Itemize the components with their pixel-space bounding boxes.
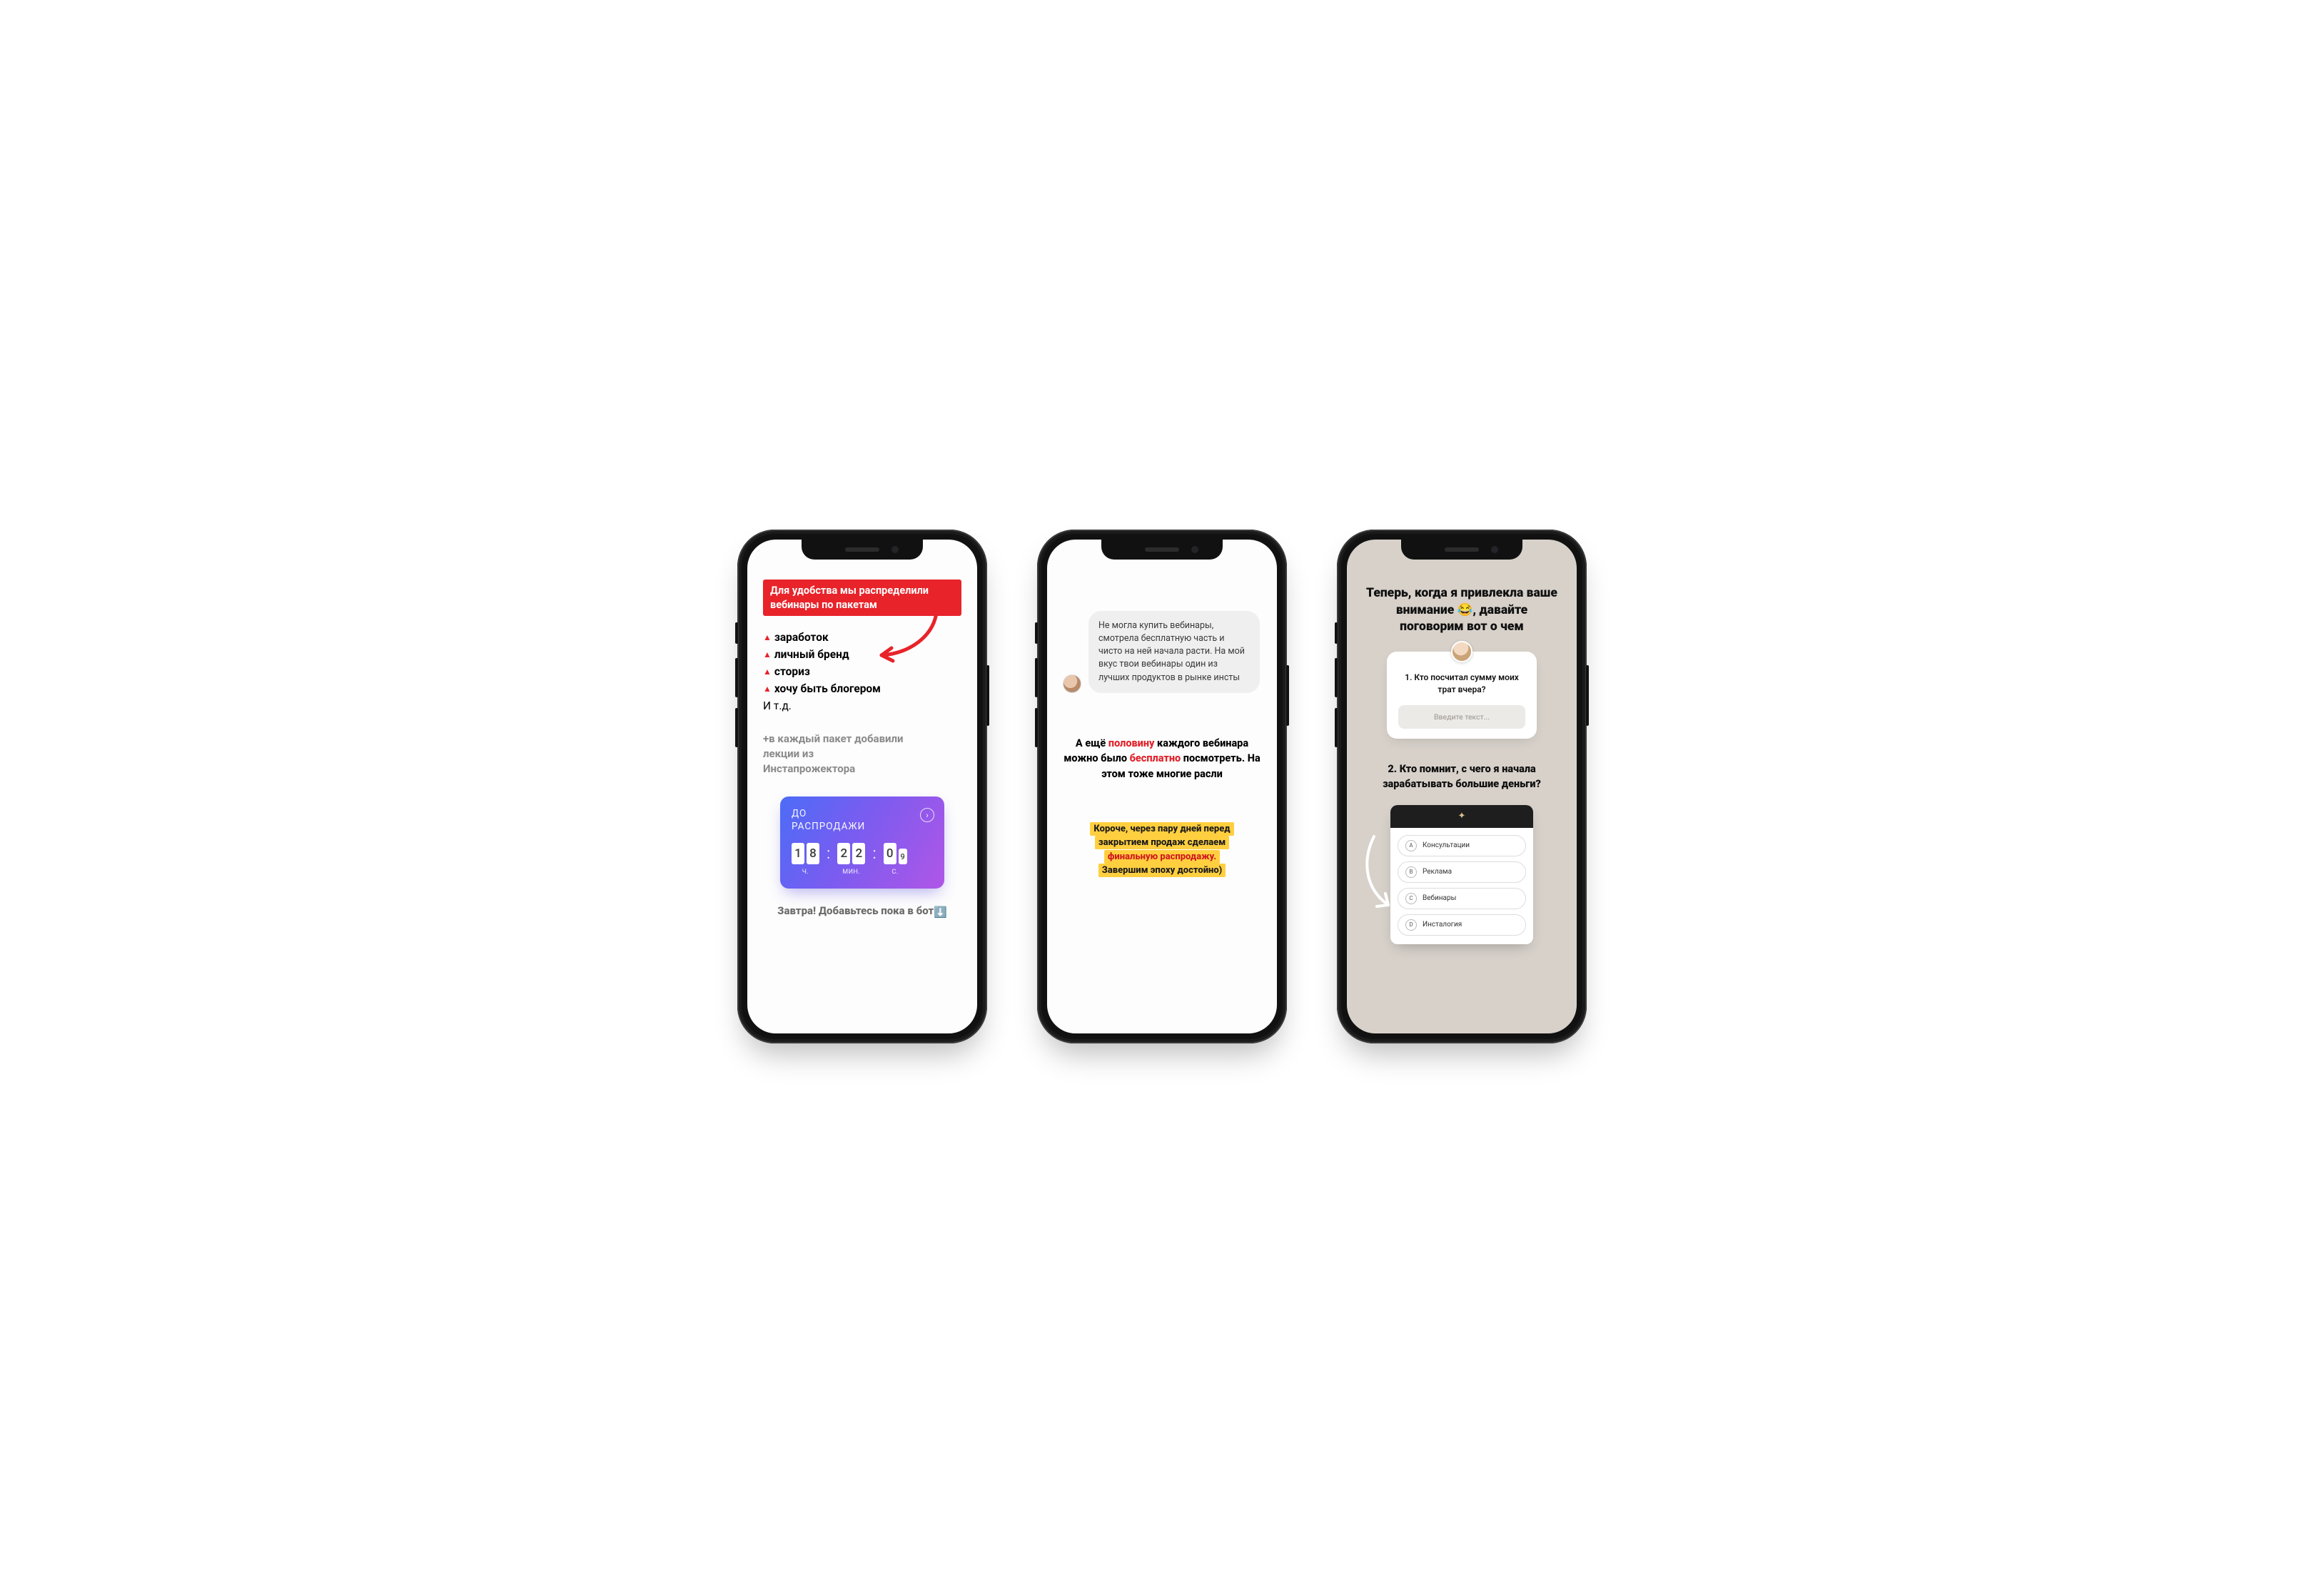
- story-screen-1[interactable]: Для удобства мы распределили вебинары по…: [747, 540, 977, 1033]
- option-letter: C: [1405, 893, 1417, 904]
- quiz-header: ✦: [1390, 805, 1533, 828]
- testimonial-message: Не могла купить вебинары, смотрела беспл…: [1063, 611, 1261, 693]
- sparkle-icon: ✦: [1458, 811, 1466, 821]
- option-label: Реклама: [1423, 868, 1452, 876]
- phone-notch: [1101, 540, 1223, 560]
- list-item: заработок: [774, 631, 829, 644]
- phone-notch: [802, 540, 923, 560]
- message-bubble: Не могла купить вебинары, смотрела беспл…: [1088, 611, 1260, 693]
- volume-down-button: [735, 708, 738, 747]
- timer-digits: 1 8 Ч. : 2 2 МИН. : 0 9: [792, 843, 933, 876]
- power-button: [986, 665, 989, 726]
- volume-down-button: [1335, 708, 1338, 747]
- callout-block: Короче, через пару дней перед закрытием …: [1073, 822, 1251, 878]
- headline-banner: Для удобства мы распределили вебинары по…: [763, 580, 961, 616]
- mute-switch: [1035, 622, 1038, 644]
- quiz-option[interactable]: A Консультации: [1398, 835, 1526, 856]
- list-item: хочу быть блогером: [774, 682, 881, 695]
- phone-mockup-1: Для удобства мы распределили вебинары по…: [737, 530, 987, 1043]
- highlight-word: бесплатно: [1130, 752, 1181, 764]
- cta-text[interactable]: Завтра! Добавьтесь пока в бот⬇️: [763, 904, 961, 919]
- package-list: ▲заработок ▲личный бренд ▲сториз ▲хочу б…: [763, 629, 961, 714]
- triangle-icon: ▲: [763, 649, 772, 659]
- callout-line: закрытием продаж сделаем: [1095, 836, 1229, 849]
- callout-line: Завершим эпоху достойно): [1098, 864, 1226, 877]
- phone-notch: [1401, 540, 1522, 560]
- power-button: [1586, 665, 1589, 726]
- question-sticker[interactable]: 1. Кто посчитал сумму моих трат вчера? В…: [1387, 652, 1537, 739]
- triangle-icon: ▲: [763, 684, 772, 694]
- heading: Теперь, когда я привлекла ваше внимание …: [1363, 585, 1561, 636]
- digit-box: 9: [899, 849, 907, 864]
- timer-unit: Ч.: [802, 869, 809, 876]
- mute-switch: [1335, 622, 1338, 644]
- body-text: А ещё половину каждого вебинара можно бы…: [1063, 736, 1261, 782]
- digit-box: 2: [837, 843, 850, 864]
- countdown-widget[interactable]: › ДО РАСПРОДАЖИ 1 8 Ч. : 2 2: [780, 796, 944, 889]
- timer-label-line: РАСПРОДАЖИ: [792, 821, 865, 832]
- triangle-icon: ▲: [763, 632, 772, 642]
- timer-unit: МИН.: [842, 869, 860, 876]
- avatar: [1451, 641, 1472, 662]
- quiz-option[interactable]: D Инсталогия: [1398, 914, 1526, 936]
- laughing-emoji-icon: 😂: [1457, 603, 1473, 617]
- digit-box: 8: [807, 843, 819, 864]
- timer-label-line: ДО: [792, 808, 807, 819]
- volume-up-button: [1035, 658, 1038, 697]
- volume-up-button: [1335, 658, 1338, 697]
- list-etc: И т.д.: [763, 697, 961, 714]
- timer-unit: С.: [892, 869, 899, 876]
- option-letter: B: [1405, 866, 1417, 878]
- down-arrow-emoji-icon: ⬇️: [934, 906, 947, 919]
- question-text: 1. Кто посчитал сумму моих трат вчера?: [1398, 672, 1525, 696]
- option-label: Консультации: [1423, 841, 1470, 849]
- list-item: сториз: [774, 665, 810, 678]
- highlight-word: половину: [1108, 737, 1155, 749]
- callout-line: Короче, через пару дней перед: [1090, 822, 1233, 836]
- quiz-sticker[interactable]: ✦ A Консультации B Реклама C Вебинары D …: [1390, 805, 1533, 944]
- avatar: [1063, 674, 1081, 693]
- volume-down-button: [1035, 708, 1038, 747]
- quiz-option[interactable]: C Вебинары: [1398, 888, 1526, 909]
- mute-switch: [735, 622, 738, 644]
- option-label: Вебинары: [1423, 894, 1456, 902]
- question-input[interactable]: Введите текст...: [1398, 705, 1525, 729]
- triangle-icon: ▲: [763, 667, 772, 677]
- question-2-text: 2. Кто помнит, с чего я начала зарабатыв…: [1363, 762, 1561, 791]
- bonus-note: +в каждый пакет добавили лекции из Инста…: [763, 732, 906, 777]
- list-item: личный бренд: [774, 648, 849, 661]
- phone-mockup-3: Теперь, когда я привлекла ваше внимание …: [1337, 530, 1587, 1043]
- power-button: [1286, 665, 1289, 726]
- digit-box: 1: [792, 843, 804, 864]
- story-screen-2[interactable]: Не могла купить вебинары, смотрела беспл…: [1047, 540, 1277, 1033]
- volume-up-button: [735, 658, 738, 697]
- phone-mockup-2: Не могла купить вебинары, смотрела беспл…: [1037, 530, 1287, 1043]
- callout-highlight-line: финальную распродажу.: [1104, 850, 1220, 864]
- digit-box: 2: [852, 843, 865, 864]
- option-letter: A: [1405, 840, 1417, 851]
- option-label: Инсталогия: [1423, 921, 1462, 929]
- story-screen-3[interactable]: Теперь, когда я привлекла ваше внимание …: [1347, 540, 1577, 1033]
- digit-box: 0: [884, 843, 896, 864]
- quiz-option[interactable]: B Реклама: [1398, 861, 1526, 883]
- option-letter: D: [1405, 919, 1417, 931]
